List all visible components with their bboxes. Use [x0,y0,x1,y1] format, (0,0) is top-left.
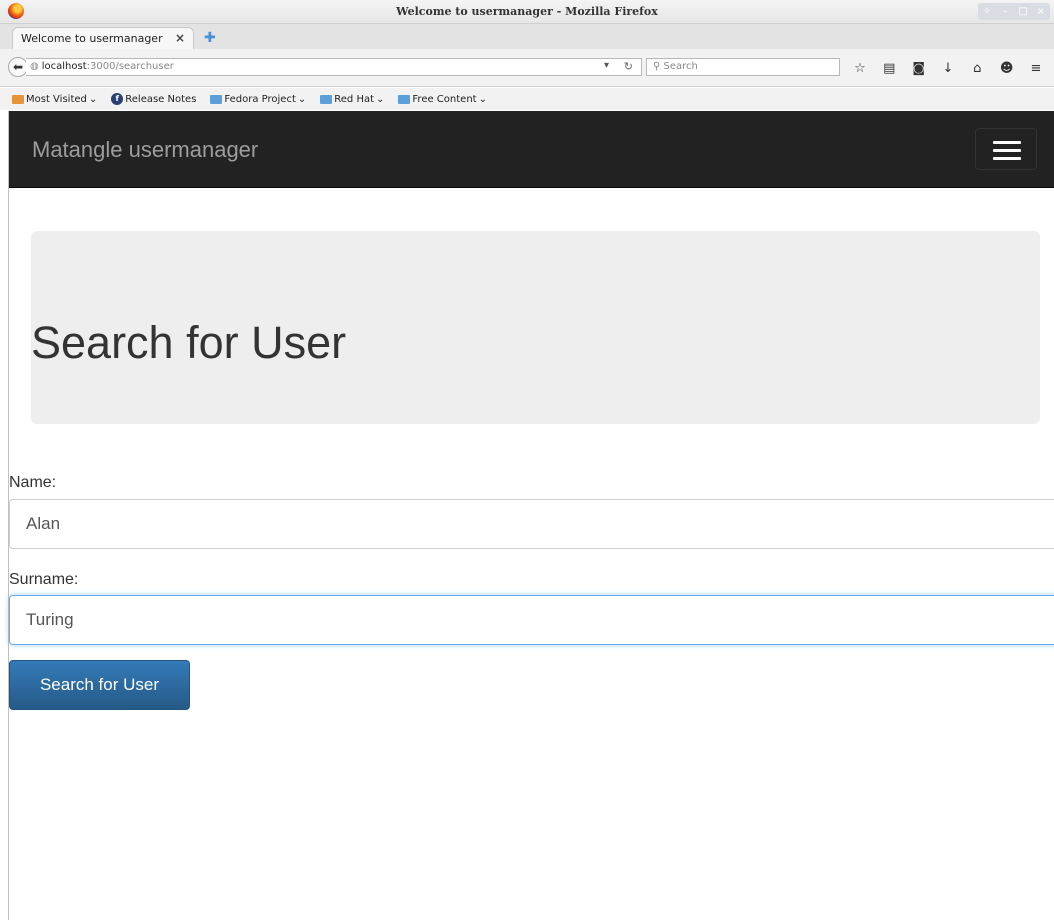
surname-input[interactable] [9,595,1054,645]
bookmark-red-hat[interactable]: Red Hat ⌄ [320,94,384,105]
page-title: Search for User [31,317,347,368]
fedora-icon: f [111,93,124,105]
browser-tab[interactable]: Welcome to usermanager × [12,27,194,49]
menu-icon[interactable]: ≡ [1026,61,1046,76]
bookmark-most-visited[interactable]: Most Visited ⌄ [12,94,97,105]
window-options-icon[interactable]: ✧ [980,6,994,17]
search-user-button[interactable]: Search for User [9,660,190,710]
globe-icon: ◍ [30,61,39,72]
download-icon[interactable]: ↓ [938,61,958,76]
bookmark-label: Release Notes [125,93,197,105]
bookmark-star-icon[interactable]: ☆ [850,61,870,76]
url-dropdown-icon[interactable]: ▾ [604,60,609,71]
url-host: localhost [41,61,87,72]
search-bar[interactable]: ⚲ Search [646,58,840,76]
tab-title: Welcome to usermanager [21,32,163,45]
tab-close-icon[interactable]: × [175,31,185,45]
bookmark-fedora-project[interactable]: Fedora Project ⌄ [210,94,306,105]
search-placeholder: Search [663,61,698,72]
app-navbar: Matangle usermanager [9,111,1054,188]
toolbar-icons: ☆ ▤ ◙ ↓ ⌂ ☻ ≡ [846,59,1050,77]
bookmarks-bar: Most Visited ⌄ f Release Notes Fedora Pro… [0,88,1054,110]
url-bar[interactable]: ◍ localhost:3000/searchuser ▾ ↻ [26,58,642,76]
sync-face-icon[interactable]: ☻ [997,61,1017,76]
chevron-down-icon: ⌄ [478,93,487,105]
bookmarks-list-icon[interactable]: ▤ [879,61,899,76]
pocket-icon[interactable]: ◙ [909,61,929,76]
chevron-down-icon: ⌄ [376,93,385,105]
window-title: Welcome to usermanager - Mozilla Firefox [396,5,658,18]
bookmark-label: Most Visited [26,93,87,105]
bookmark-release-notes[interactable]: f Release Notes [111,93,196,105]
app-brand[interactable]: Matangle usermanager [32,137,258,163]
folder-icon [320,94,333,104]
jumbotron: Search for User [31,231,1040,424]
window-close-icon[interactable]: × [1034,6,1048,17]
home-icon[interactable]: ⌂ [967,61,987,76]
bookmark-label: Free Content [412,93,477,105]
window-controls: ✧ – □ × [978,3,1050,20]
name-label: Name: [9,474,57,491]
hamburger-menu-icon[interactable] [975,128,1037,170]
new-tab-icon[interactable]: ✚ [204,30,216,46]
chevron-down-icon: ⌄ [297,93,307,105]
tab-strip: Welcome to usermanager × ✚ [0,24,1054,49]
url-path: :3000/searchuser [86,61,174,72]
bookmark-free-content[interactable]: Free Content ⌄ [398,94,487,105]
surname-label: Surname: [9,571,79,588]
browser-toolbar: ⬅ ◍ localhost:3000/searchuser ▾ ↻ ⚲ Searc… [0,49,1054,87]
folder-icon [398,94,411,104]
window-titlebar: Welcome to usermanager - Mozilla Firefox… [0,0,1054,24]
folder-icon [210,94,223,104]
reload-icon[interactable]: ↻ [624,60,633,73]
bookmark-label: Red Hat [334,93,375,105]
back-arrow-icon[interactable]: ⬅ [8,57,28,77]
folder-icon [12,94,24,104]
search-icon: ⚲ [653,61,661,72]
window-maximize-icon[interactable]: □ [1016,6,1030,17]
name-input[interactable] [9,499,1054,549]
bookmark-label: Fedora Project [224,93,296,105]
window-minimize-icon[interactable]: – [998,6,1012,17]
chevron-down-icon: ⌄ [88,93,98,105]
